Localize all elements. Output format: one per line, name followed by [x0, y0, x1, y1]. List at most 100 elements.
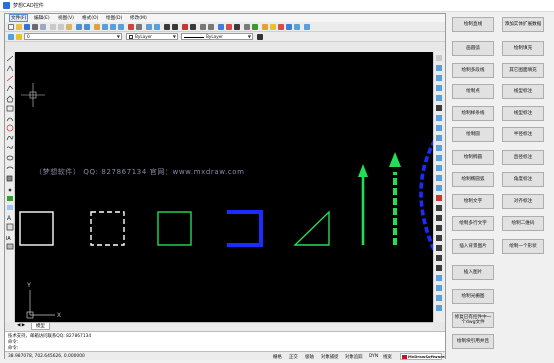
array-icon[interactable] — [436, 95, 442, 101]
zoom-window-icon[interactable] — [110, 24, 116, 30]
insert-image-button[interactable]: 插入图片 — [452, 265, 494, 280]
pan-icon[interactable] — [94, 24, 100, 30]
draw-raster-button[interactable]: 绘制光栅图 — [452, 289, 494, 304]
rotate-icon[interactable] — [436, 115, 442, 121]
layer-manager-icon[interactable] — [8, 34, 14, 40]
angle-dim-button[interactable]: 角度标注 — [502, 172, 544, 187]
stretch-icon[interactable] — [436, 135, 442, 141]
print-icon[interactable] — [32, 24, 38, 30]
grid-icon[interactable] — [244, 24, 250, 30]
draw-mtext-button[interactable]: 绘制多行文字 — [452, 216, 494, 231]
dim-edit-icon[interactable] — [436, 285, 442, 291]
chamfer-icon[interactable] — [436, 175, 442, 181]
radius-dim-icon[interactable] — [436, 225, 442, 231]
print-preview-icon[interactable] — [40, 24, 46, 30]
angle-dim-icon[interactable] — [436, 245, 442, 251]
linear-dim-2-button[interactable]: 线型标注 — [502, 106, 544, 121]
draw-hatch-button[interactable]: 绘制填充 — [502, 41, 544, 56]
draw-polyline-button[interactable]: 绘制多段线 — [452, 63, 494, 78]
leader-icon[interactable] — [436, 255, 442, 261]
pdf-icon[interactable] — [226, 24, 232, 30]
draw-circle-button[interactable]: 绘制圆 — [452, 127, 494, 142]
snap-icon[interactable] — [252, 24, 258, 30]
other-fill-button[interactable]: 其它图面填充 — [502, 63, 544, 78]
aligned-dim-button[interactable]: 对齐标注 — [502, 194, 544, 209]
zoom-in-icon[interactable] — [146, 24, 152, 30]
stop-icon[interactable] — [278, 24, 284, 30]
draw-block-ref-button[interactable]: 绘制块引用并且 — [452, 334, 494, 349]
dim-style-icon[interactable] — [436, 295, 442, 301]
copy-object-icon[interactable] — [436, 65, 442, 71]
draw-spline-button[interactable]: 绘制样条线 — [452, 106, 494, 121]
menu-draw[interactable]: 绘图(D) — [105, 15, 123, 21]
radius-dim-button[interactable]: 半径标注 — [502, 127, 544, 142]
draw-text-button[interactable]: 绘制文字 — [452, 194, 494, 209]
match-properties-icon[interactable] — [136, 24, 142, 30]
add-xdata-button[interactable]: 添加实体扩展数据 — [502, 17, 544, 32]
menu-format[interactable]: 格式(O) — [81, 15, 99, 21]
linetype-select[interactable]: ByLayer ▼ — [181, 33, 253, 40]
draw-ellipse-button[interactable]: 绘制椭圆 — [452, 150, 494, 165]
cloud-icon[interactable] — [262, 24, 268, 30]
save-icon[interactable] — [24, 24, 30, 30]
table-icon[interactable] — [234, 24, 240, 30]
properties-icon[interactable] — [128, 24, 134, 30]
copy-icon[interactable] — [58, 24, 64, 30]
highlight-icon[interactable] — [270, 24, 276, 30]
tab-model[interactable]: 模型 — [31, 323, 50, 330]
zoom-out-icon[interactable] — [154, 24, 160, 30]
menu-edit[interactable]: 编辑(E) — [33, 15, 51, 21]
menu-modify[interactable]: 修改(M) — [129, 15, 148, 21]
move-icon[interactable] — [436, 105, 442, 111]
measure-icon[interactable] — [164, 24, 170, 30]
color-select[interactable]: ByLayer ▼ — [126, 33, 178, 40]
image-icon[interactable] — [218, 24, 224, 30]
draw-ellipse-arc-button[interactable]: 绘制椭圆弧 — [452, 172, 494, 187]
draw-arc-button[interactable]: 画圆弧 — [452, 41, 494, 56]
trim-icon[interactable] — [436, 145, 442, 151]
mirror-icon[interactable] — [436, 75, 442, 81]
layer-select[interactable]: 0 ▼ — [24, 33, 122, 40]
tab-nav-arrows[interactable]: ◀ ▶ — [17, 323, 25, 328]
insert-block-icon[interactable] — [208, 24, 214, 30]
status-dyn[interactable]: DYN — [369, 354, 378, 359]
break-icon[interactable] — [436, 165, 442, 171]
area-icon[interactable] — [172, 24, 178, 30]
center-mark-icon[interactable] — [436, 275, 442, 281]
command-window[interactable]: 技术支持，邮箱访问联系QQ: 827867134 命令: 命令: — [5, 331, 445, 351]
globe-icon[interactable] — [286, 24, 292, 30]
open-folder-icon[interactable] — [16, 24, 22, 30]
status-polar[interactable]: 极轴 — [305, 354, 314, 360]
new-file-icon[interactable] — [8, 24, 14, 30]
draw-line-button[interactable]: 绘制直线 — [452, 17, 494, 32]
status-ortho[interactable]: 正交 — [289, 354, 298, 360]
undo-icon[interactable] — [76, 24, 82, 30]
scale-icon[interactable] — [436, 125, 442, 131]
status-otrack[interactable]: 对象追踪 — [345, 354, 363, 360]
linear-dim-button[interactable]: 线型标注 — [502, 84, 544, 99]
erase-icon[interactable] — [436, 55, 442, 61]
draw-shape-button[interactable]: 绘制一个形状 — [502, 239, 544, 254]
draw-qrcode-button[interactable]: 绘制二维码 — [502, 216, 544, 231]
extend-icon[interactable] — [436, 155, 442, 161]
aligned-dim-icon[interactable] — [436, 215, 442, 221]
layer-state-icon[interactable] — [16, 34, 22, 40]
diameter-dim-button[interactable]: 直径标注 — [502, 150, 544, 165]
lineweight-icon[interactable] — [257, 34, 263, 40]
explode-icon[interactable] — [436, 195, 442, 201]
menu-file[interactable]: 文件(F) — [9, 14, 29, 22]
dimension-icon[interactable] — [436, 205, 442, 211]
insert-background-image-button[interactable]: 插入背景图片 — [452, 239, 494, 254]
fillet-icon[interactable] — [436, 185, 442, 191]
status-lineweight[interactable]: 线宽 — [383, 354, 392, 360]
diameter-dim-icon[interactable] — [436, 235, 442, 241]
redo-icon[interactable] — [84, 24, 90, 30]
tolerance-icon[interactable] — [436, 265, 442, 271]
layer-tool-icon[interactable] — [182, 24, 188, 30]
block-icon[interactable] — [200, 24, 206, 30]
search-icon[interactable] — [304, 24, 310, 30]
repair-dwg-button[interactable]: 修复已有控件中一个dwg文件 — [452, 312, 494, 328]
offset-icon[interactable] — [436, 85, 442, 91]
status-osnap[interactable]: 对象捕捉 — [321, 354, 339, 360]
menu-view[interactable]: 视图(V) — [57, 15, 75, 21]
